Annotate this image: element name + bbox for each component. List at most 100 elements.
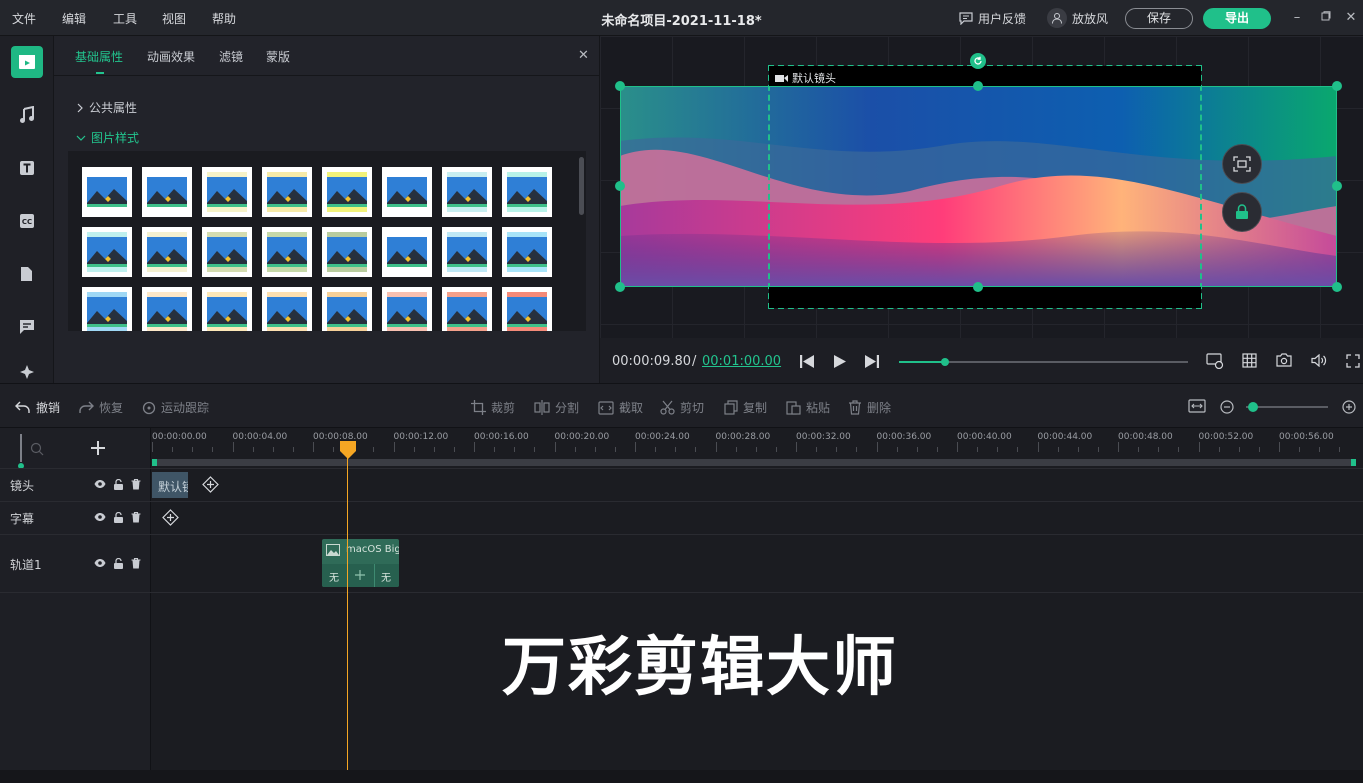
image-style-thumbnail[interactable] (82, 167, 132, 217)
cut-button[interactable]: 剪切 (660, 399, 704, 416)
image-style-thumbnail[interactable] (262, 287, 312, 331)
image-style-thumbnail[interactable] (262, 227, 312, 277)
undo-button[interactable]: 撤销 (15, 399, 60, 416)
close-window-icon[interactable]: ✕ (1341, 8, 1361, 28)
image-style-thumbnail[interactable] (262, 167, 312, 217)
trash-icon[interactable] (131, 512, 141, 523)
transition-out-label[interactable]: 无 (381, 569, 391, 584)
image-style-thumbnail[interactable] (442, 227, 492, 277)
playhead[interactable] (339, 440, 357, 770)
image-style-thumbnail[interactable] (322, 227, 372, 277)
trash-icon[interactable] (131, 479, 141, 490)
zoom-in-icon[interactable] (1342, 400, 1356, 414)
image-style-thumbnail[interactable] (442, 287, 492, 331)
maximize-icon[interactable] (1316, 8, 1336, 28)
image-style-thumbnail[interactable] (322, 287, 372, 331)
crop-button[interactable]: 裁剪 (471, 399, 515, 416)
feedback-link[interactable]: 用户反馈 (959, 10, 1026, 27)
image-style-thumbnail[interactable] (442, 167, 492, 217)
paste-button[interactable]: 粘贴 (786, 399, 830, 416)
redo-button[interactable]: 恢复 (78, 399, 123, 416)
menu-tools[interactable]: 工具 (113, 10, 137, 27)
rail-text-button[interactable] (11, 152, 43, 184)
add-subtitle-icon[interactable] (162, 509, 179, 526)
resize-handle[interactable] (973, 282, 983, 292)
preview-canvas[interactable]: 默认镜头 (600, 36, 1363, 338)
image-style-thumbnail[interactable] (142, 227, 192, 277)
section-image-style[interactable]: 图片样式 (76, 129, 139, 146)
rail-comment-button[interactable] (11, 311, 43, 343)
rail-music-button[interactable] (11, 99, 43, 131)
resize-handle[interactable] (615, 81, 625, 91)
timeline-scale-control[interactable] (18, 434, 48, 469)
lock-layer-button[interactable] (1222, 192, 1262, 232)
tab-mask[interactable]: 蒙版 (266, 48, 290, 65)
image-style-thumbnail[interactable] (202, 167, 252, 217)
user-account[interactable]: 放放风 (1047, 8, 1108, 28)
image-style-thumbnail[interactable] (502, 287, 552, 331)
menu-edit[interactable]: 编辑 (62, 10, 86, 27)
save-button[interactable]: 保存 (1125, 8, 1193, 29)
media-clip[interactable]: macOS Big Sur 无 无 (322, 539, 399, 587)
resize-handle[interactable] (1332, 81, 1342, 91)
eye-icon[interactable] (94, 479, 106, 489)
delete-button[interactable]: 删除 (848, 399, 891, 416)
image-style-thumbnail[interactable] (502, 227, 552, 277)
playback-progress-knob[interactable] (941, 358, 950, 366)
resize-handle[interactable] (1332, 181, 1342, 191)
fullscreen-icon[interactable] (1346, 354, 1360, 368)
image-style-thumbnail[interactable] (82, 287, 132, 331)
image-style-thumbnail[interactable] (322, 167, 372, 217)
snapshot-camera-icon[interactable] (1276, 353, 1292, 367)
fit-frame-button[interactable] (1222, 144, 1262, 184)
resize-handle[interactable] (1332, 282, 1342, 292)
image-style-thumbnail[interactable] (502, 167, 552, 217)
grid-scrollbar[interactable] (579, 157, 584, 215)
resize-handle[interactable] (973, 81, 983, 91)
menu-view[interactable]: 视图 (162, 10, 186, 27)
lock-open-icon[interactable] (113, 558, 124, 569)
ruler-range-bar[interactable] (152, 459, 1356, 466)
rail-media-button[interactable] (11, 46, 43, 78)
add-track-button[interactable] (88, 438, 108, 458)
camera-clip[interactable]: 默认镜头 (152, 472, 188, 498)
image-style-thumbnail[interactable] (202, 227, 252, 277)
image-style-thumbnail[interactable] (142, 287, 192, 331)
minimize-icon[interactable]: – (1287, 8, 1307, 28)
menu-help[interactable]: 帮助 (212, 10, 236, 27)
rail-folder-button[interactable] (11, 258, 43, 290)
zoom-slider[interactable] (1246, 402, 1328, 412)
motion-tracking-button[interactable]: 运动跟踪 (142, 399, 209, 416)
menu-file[interactable]: 文件 (12, 10, 36, 27)
image-style-thumbnail[interactable] (142, 167, 192, 217)
grid-icon[interactable] (1242, 353, 1257, 368)
trash-icon[interactable] (131, 558, 141, 569)
fit-timeline-icon[interactable] (1188, 399, 1206, 413)
volume-icon[interactable] (1311, 354, 1327, 367)
rail-caption-button[interactable]: CC (11, 205, 43, 237)
image-style-thumbnail[interactable] (382, 167, 432, 217)
resize-handle[interactable] (615, 282, 625, 292)
image-style-thumbnail[interactable] (382, 227, 432, 277)
tab-basic-properties[interactable]: 基础属性 (75, 48, 123, 65)
transition-in-label[interactable]: 无 (329, 569, 339, 584)
image-style-thumbnail[interactable] (382, 287, 432, 331)
bottom-scrollbar[interactable] (0, 770, 1363, 783)
section-common-properties[interactable]: 公共属性 (76, 99, 137, 116)
play-icon[interactable] (834, 355, 846, 368)
tab-filter[interactable]: 滤镜 (219, 48, 243, 65)
split-button[interactable]: 分割 (534, 399, 579, 416)
skip-forward-icon[interactable] (865, 355, 879, 368)
skip-back-icon[interactable] (800, 355, 814, 368)
eye-icon[interactable] (94, 512, 106, 522)
rail-effects-button[interactable] (11, 364, 43, 383)
lock-open-icon[interactable] (113, 512, 124, 523)
add-keyframe-icon[interactable] (202, 476, 219, 493)
resize-handle[interactable] (615, 181, 625, 191)
zoom-slider-knob[interactable] (1247, 402, 1258, 412)
playback-progress-track[interactable] (899, 358, 1188, 366)
zoom-out-icon[interactable] (1220, 400, 1234, 414)
rotate-handle[interactable] (970, 53, 986, 69)
eye-icon[interactable] (94, 558, 106, 568)
export-button[interactable]: 导出 (1203, 8, 1271, 29)
